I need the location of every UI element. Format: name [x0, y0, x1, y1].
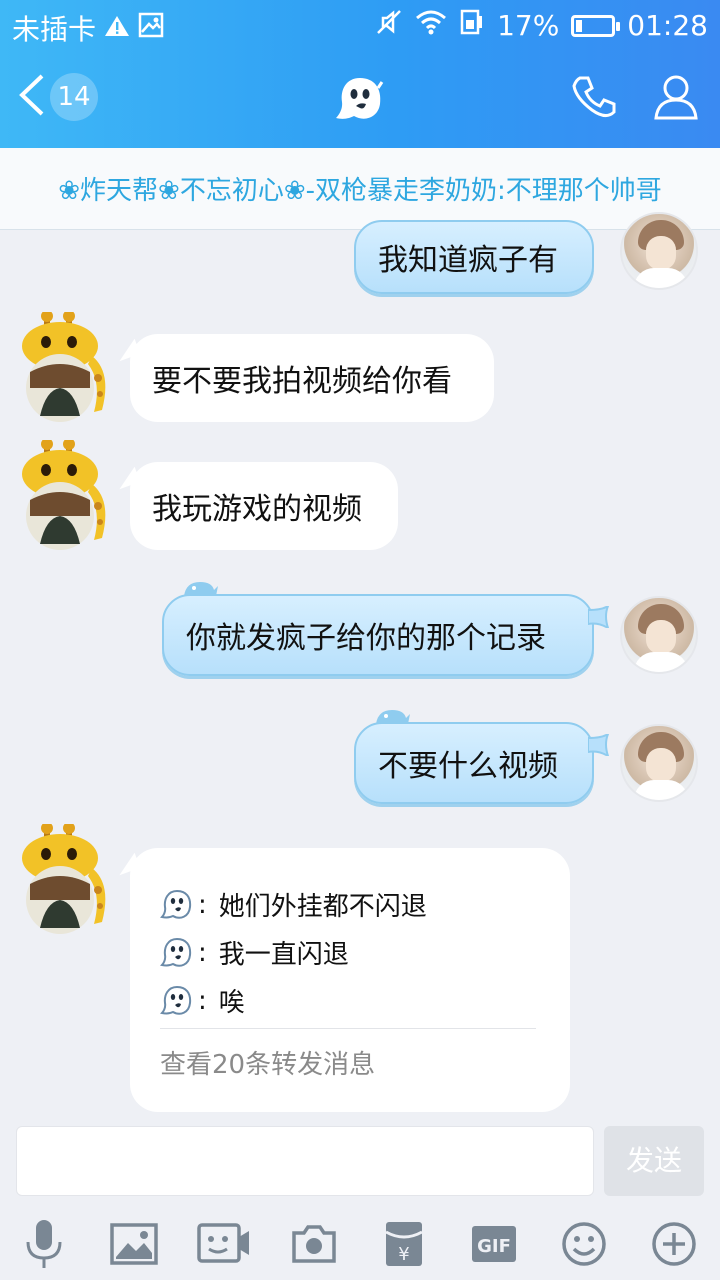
whale-decor-icon: [376, 710, 410, 724]
mic-icon: [26, 1220, 62, 1268]
video-button[interactable]: [194, 1214, 254, 1274]
giraffe-avatar-icon: [22, 822, 106, 934]
plus-icon: [652, 1222, 696, 1266]
red-packet-icon: ¥: [385, 1222, 423, 1266]
group-name-banner[interactable]: ❀炸天帮❀不忘初心❀-双枪暴走李奶奶:不理那个帅哥: [0, 148, 720, 230]
forward-line: : 她们外挂都不闪退: [160, 886, 427, 923]
camera-icon: [292, 1225, 336, 1263]
person-icon: [648, 75, 704, 130]
image-notify-icon: [138, 12, 164, 45]
friend-avatar[interactable]: [16, 310, 112, 424]
my-avatar[interactable]: [620, 596, 698, 674]
forward-text: 她们外挂都不闪退: [218, 892, 427, 922]
message-text: 你就发疯子给你的那个记录: [186, 621, 546, 656]
giraffe-avatar-icon: [22, 438, 106, 550]
message-row: 我玩游戏的视频: [0, 438, 720, 558]
chevron-left-icon: [16, 72, 46, 122]
outgoing-bubble[interactable]: 不要什么视频: [354, 710, 610, 804]
top-bar: 未插卡 17% 01:28 14: [0, 0, 720, 148]
unread-badge: 14: [50, 73, 98, 121]
message-row: 你就发疯子给你的那个记录: [0, 582, 720, 684]
message-row: 我知道疯子有: [0, 212, 720, 300]
forwarded-record-card[interactable]: : 她们外挂都不闪退 : 我一直闪退 : 唉 查看20条转发消息: [130, 848, 570, 1112]
gif-button[interactable]: GIF: [464, 1214, 524, 1274]
message-row: : 她们外挂都不闪退 : 我一直闪退 : 唉 查看20条转发消息: [0, 822, 720, 1116]
emoji-icon: [562, 1222, 606, 1266]
forward-sep: :: [198, 985, 207, 1016]
wifi-icon: [415, 9, 447, 42]
back-button[interactable]: 14: [16, 72, 98, 122]
gif-icon: GIF: [472, 1226, 516, 1262]
message-text: 我玩游戏的视频: [152, 492, 362, 527]
camera-button[interactable]: [284, 1214, 344, 1274]
message-row: 要不要我拍视频给你看: [0, 310, 720, 430]
ghost-logo-icon: [334, 74, 386, 128]
message-text: 不要什么视频: [378, 749, 558, 784]
giraffe-avatar-icon: [22, 310, 106, 422]
outgoing-bubble[interactable]: 你就发疯子给你的那个记录: [162, 582, 610, 676]
voice-button[interactable]: [14, 1214, 74, 1274]
qq-ghost-icon: [160, 937, 192, 967]
message-text: 要不要我拍视频给你看: [152, 364, 452, 399]
forward-text: 我一直闪退: [218, 940, 349, 970]
qq-ghost-icon: [160, 889, 192, 919]
group-name: ❀炸天帮❀不忘初心❀-双枪暴走李奶奶:不理那个帅哥: [58, 176, 662, 206]
warning-icon: [104, 12, 130, 45]
incoming-bubble[interactable]: 我玩游戏的视频: [130, 462, 398, 550]
video-icon: [197, 1223, 249, 1263]
forward-line: : 我一直闪退: [160, 934, 349, 971]
whale-decor-icon: [184, 582, 218, 596]
svg-text:¥: ¥: [398, 1244, 409, 1265]
emoji-button[interactable]: [554, 1214, 614, 1274]
profile-button[interactable]: [648, 70, 704, 130]
forward-line: : 唉: [160, 982, 245, 1019]
battery-icon: [571, 14, 621, 37]
image-icon: [110, 1223, 158, 1265]
svg-text:GIF: GIF: [477, 1236, 511, 1257]
message-text: 我知道疯子有: [378, 243, 558, 278]
qq-ghost-icon: [160, 985, 192, 1015]
status-bar: 未插卡 17% 01:28: [0, 0, 720, 50]
forward-sep: :: [198, 937, 207, 968]
friend-avatar[interactable]: [16, 438, 112, 552]
carrier-text: 未插卡: [12, 13, 97, 46]
forward-text: 唉: [218, 988, 245, 1018]
call-button[interactable]: [566, 70, 622, 130]
divider: [160, 1028, 536, 1029]
incoming-bubble[interactable]: 要不要我拍视频给你看: [130, 334, 494, 422]
bubble-tail-icon: [588, 734, 610, 756]
message-input[interactable]: [16, 1126, 594, 1196]
more-button[interactable]: [644, 1214, 704, 1274]
image-button[interactable]: [104, 1214, 164, 1274]
message-row: 不要什么视频: [0, 710, 720, 812]
friend-avatar[interactable]: [16, 822, 112, 936]
mute-icon: [375, 8, 403, 43]
toolbar: ¥ GIF: [0, 1214, 720, 1274]
my-avatar[interactable]: [620, 724, 698, 802]
view-forwarded-link[interactable]: 查看20条转发消息: [160, 1044, 375, 1081]
outgoing-bubble[interactable]: 我知道疯子有: [354, 220, 594, 294]
clock: 01:28: [627, 9, 708, 42]
red-packet-button[interactable]: ¥: [374, 1214, 434, 1274]
phone-icon: [566, 76, 622, 130]
sim-icon: [459, 8, 485, 43]
chat-header: 14: [0, 50, 720, 148]
input-bar: 发送 ¥ GIF: [0, 1118, 720, 1280]
send-button[interactable]: 发送: [604, 1126, 704, 1196]
my-avatar[interactable]: [620, 212, 698, 290]
battery-percent: 17%: [497, 9, 560, 42]
bubble-tail-icon: [588, 606, 610, 628]
forward-sep: :: [198, 889, 207, 920]
